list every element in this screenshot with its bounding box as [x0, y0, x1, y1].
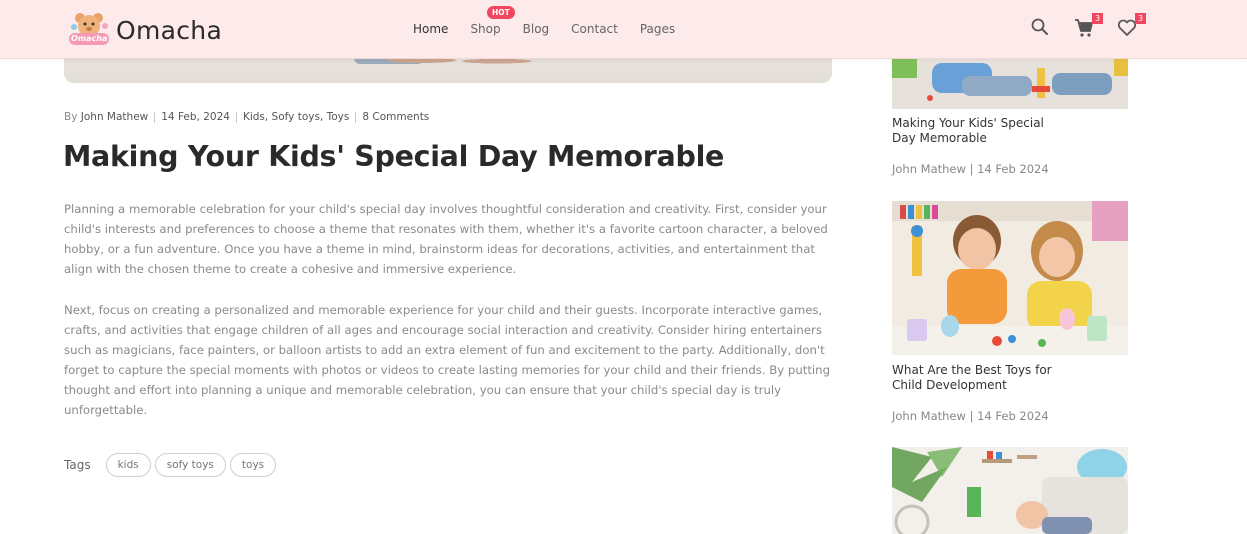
nav-home[interactable]: Home: [413, 22, 448, 36]
article-tags: Tags kids sofy toys toys: [64, 453, 280, 477]
article-paragraph: Next, focus on creating a personalized a…: [64, 303, 830, 417]
header-actions: 3 3: [1030, 13, 1159, 39]
brand-name: Omacha: [116, 15, 223, 45]
nav-pages[interactable]: Pages: [640, 22, 675, 36]
logo-lettering: Omacha: [71, 34, 108, 43]
tag-kids[interactable]: kids: [105, 453, 151, 477]
sidebar-post-title-link[interactable]: What Are the Best Toys for Child Develop…: [892, 363, 1052, 392]
cart-count-badge: 3: [1092, 13, 1103, 24]
meta-comments-link[interactable]: 8 Comments: [362, 111, 429, 123]
sidebar-post-meta: John Mathew | 14 Feb 2024: [892, 162, 1049, 176]
wishlist-count-badge: 3: [1135, 13, 1146, 24]
sidebar-post-meta: John Mathew | 14 Feb 2024: [892, 409, 1049, 423]
sidebar-post-title[interactable]: What Are the Best Toys for Child Develop…: [892, 363, 1067, 393]
search-icon: [1031, 18, 1048, 35]
nav-blog[interactable]: Blog: [523, 22, 550, 36]
nav-contact[interactable]: Contact: [571, 22, 618, 36]
meta-divider: [154, 111, 156, 123]
sidebar-post-title-link[interactable]: Making Your Kids' Special Day Memorable: [892, 116, 1044, 145]
logo-bear-icon: Omacha: [66, 9, 112, 51]
sidebar-post-image[interactable]: [892, 447, 1128, 534]
article-paragraph: Planning a memorable celebration for you…: [64, 202, 828, 276]
meta-date: 14 Feb, 2024: [161, 111, 230, 123]
article-title: Making Your Kids' Special Day Memorable: [63, 140, 725, 173]
sidebar-post-image[interactable]: [892, 58, 1128, 109]
main-nav: Home Shop Blog Contact Pages HOT: [413, 0, 697, 58]
meta-by-prefix: By: [64, 111, 78, 123]
meta-divider: [235, 111, 237, 123]
tag-toys[interactable]: toys: [229, 453, 277, 477]
tags-label: Tags: [64, 458, 91, 472]
wishlist-button[interactable]: 3: [1116, 13, 1146, 39]
site-logo[interactable]: Omacha Omacha: [66, 9, 222, 51]
search-button[interactable]: [1030, 17, 1052, 39]
nav-shop[interactable]: Shop: [470, 22, 500, 36]
hot-badge: HOT: [487, 6, 515, 19]
site-header: Omacha Omacha Home Shop Blog Contact Pag…: [0, 0, 1247, 59]
meta-divider: [355, 111, 357, 123]
article-meta: By John Mathew 14 Feb, 2024 Kids, Sofy t…: [64, 111, 429, 123]
tag-sofy-toys[interactable]: sofy toys: [154, 453, 226, 477]
meta-categories-link[interactable]: Kids, Sofy toys, Toys: [243, 111, 349, 123]
sidebar-post-image[interactable]: [892, 201, 1128, 355]
meta-author-link[interactable]: John Mathew: [81, 111, 148, 123]
cart-button[interactable]: 3: [1073, 13, 1103, 39]
sidebar-post-title[interactable]: Making Your Kids' Special Day Memorable: [892, 116, 1067, 146]
